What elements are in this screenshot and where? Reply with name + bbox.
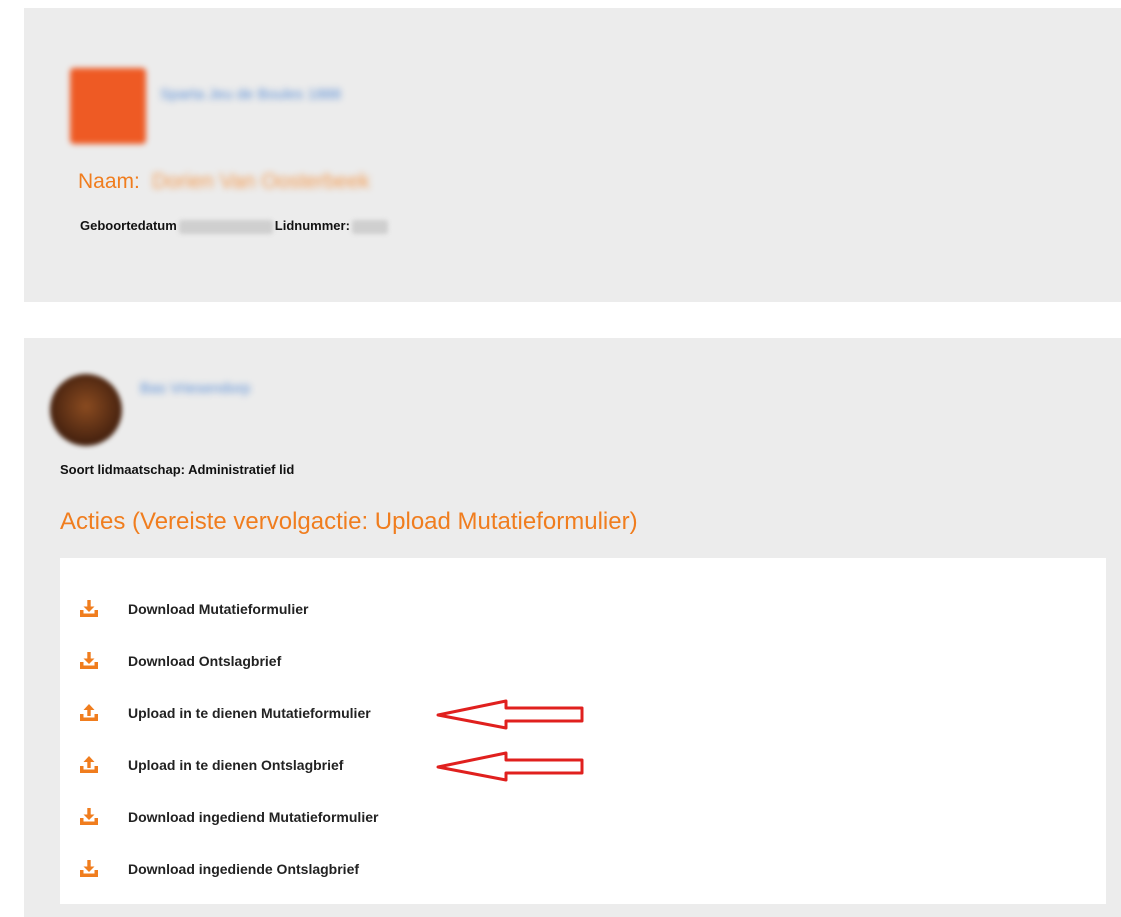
action-label: Upload in te dienen Ontslagbrief [128,757,344,773]
action-label: Download Ontslagbrief [128,653,282,669]
club-name-link[interactable]: Sparta Jeu de Boules 1888 [160,86,341,103]
naam-label: Naam: [78,170,140,193]
download-icon [78,599,100,619]
naam-row: Naam: Dorien Van Oosterbeek [78,170,370,194]
download-icon [78,651,100,671]
upload-icon [78,703,100,723]
annotation-arrow-icon [436,699,584,730]
membership-card: Bas Vriesendorp Soort lidmaatschap: Admi… [24,338,1121,917]
action-download-ingediende-ontslagbrief[interactable]: Download ingediende Ontslagbrief [78,856,359,882]
avatar [50,374,122,446]
membership-type: Soort lidmaatschap: Administratief lid [60,462,295,477]
action-label: Download ingediend Mutatieformulier [128,809,379,825]
upload-icon [78,755,100,775]
acties-title: Acties (Vereiste vervolgactie: Upload Mu… [60,508,638,535]
action-download-ontslagbrief[interactable]: Download Ontslagbrief [78,648,281,674]
action-label: Download ingediende Ontslagbrief [128,861,360,877]
download-icon [78,859,100,879]
geboortedatum-label: Geboortedatum [80,218,177,233]
action-upload-mutatieformulier[interactable]: Upload in te dienen Mutatieformulier [78,700,371,726]
person-name-link[interactable]: Bas Vriesendorp [140,380,250,397]
member-meta: Geboortedatum Lidnummer: [80,218,388,234]
action-download-mutatieformulier[interactable]: Download Mutatieformulier [78,596,308,622]
action-label: Upload in te dienen Mutatieformulier [128,705,371,721]
download-icon [78,807,100,827]
club-logo [70,68,146,144]
action-label: Download Mutatieformulier [128,601,309,617]
annotation-arrow-icon [436,751,584,782]
lidnummer-value-redacted [351,219,388,234]
lidnummer-label: Lidnummer: [274,218,350,233]
geboortedatum-value-redacted [178,219,273,234]
action-download-ingediend-mutatieformulier[interactable]: Download ingediend Mutatieformulier [78,804,378,830]
action-upload-ontslagbrief[interactable]: Upload in te dienen Ontslagbrief [78,752,343,778]
naam-value: Dorien Van Oosterbeek [151,170,370,193]
profile-card: Sparta Jeu de Boules 1888 Naam: Dorien Va… [24,8,1121,302]
